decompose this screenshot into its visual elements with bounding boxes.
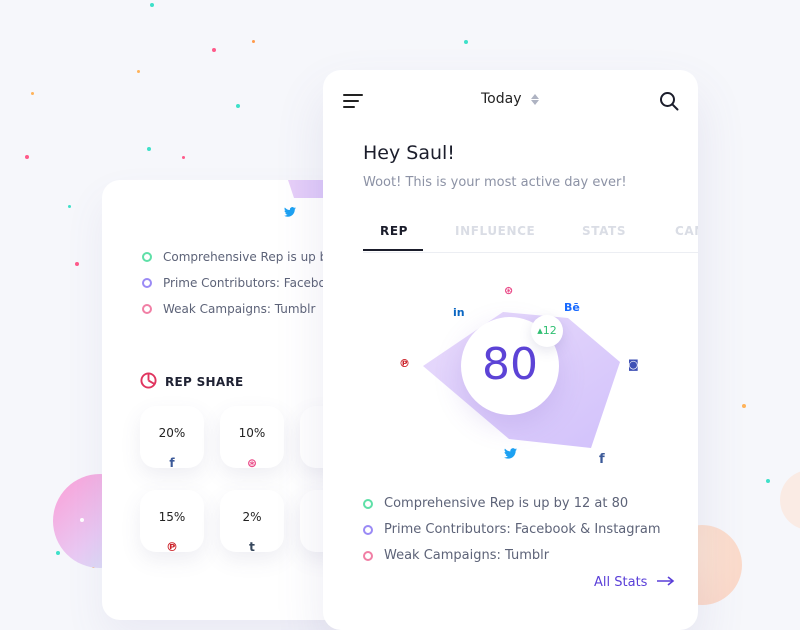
confetti-dot: [31, 92, 34, 95]
share-tile[interactable]: 20% f: [140, 406, 204, 470]
confetti-dot: [80, 518, 84, 522]
date-range-label: Today: [481, 91, 522, 107]
confetti-dot: [742, 404, 746, 408]
behance-icon: Bē: [564, 301, 580, 314]
confetti-dot: [137, 70, 140, 73]
tab-rep[interactable]: REP: [380, 224, 408, 238]
share-percent: 20%: [158, 426, 186, 440]
confetti-dot: [75, 262, 79, 266]
share-tile[interactable]: 10% ⊛: [220, 406, 284, 470]
menu-icon[interactable]: [343, 93, 363, 109]
tumblr-icon: t: [249, 540, 255, 554]
confetti-dot: [150, 3, 154, 7]
share-percent: 2%: [242, 510, 262, 524]
share-tile[interactable]: 15% ℗: [140, 490, 204, 554]
legend-item: Comprehensive Rep is up by 12 at 80: [363, 496, 628, 511]
share-percent: 15%: [158, 510, 186, 524]
confetti-dot: [68, 205, 71, 208]
legend-text: Prime Contributors: Facebook & Instagram: [384, 522, 661, 537]
legend-text: Weak Campaigns: Tumblr: [163, 302, 316, 316]
facebook-icon: f: [599, 452, 605, 467]
confetti-dot: [252, 40, 255, 43]
search-icon[interactable]: [659, 91, 679, 111]
pie-chart-icon: [140, 372, 157, 392]
legend-marker: [142, 252, 152, 262]
instagram-icon: ◙: [628, 358, 639, 371]
confetti-dot: [464, 40, 468, 44]
legend-item: Weak Campaigns: Tumblr: [142, 302, 315, 316]
confetti-dot: [236, 104, 240, 108]
dribbble-icon: ⊛: [246, 456, 258, 470]
confetti-dot: [212, 48, 216, 52]
decorative-bubble: [780, 470, 800, 530]
pinterest-icon: ℗: [399, 357, 410, 370]
confetti-dot: [25, 155, 29, 159]
share-tile[interactable]: 2% t: [220, 490, 284, 554]
legend-item: Weak Campaigns: Tumblr: [363, 548, 549, 563]
linkedin-icon: in: [453, 306, 465, 319]
confetti-dot: [56, 551, 60, 555]
legend-marker: [142, 278, 152, 288]
sort-arrows-icon: [530, 93, 539, 105]
share-percent: 10%: [238, 426, 266, 440]
tab-campaigns[interactable]: CAMPAIGNS: [675, 224, 698, 238]
legend-marker: [363, 550, 373, 561]
legend-text: Weak Campaigns: Tumblr: [384, 548, 550, 563]
all-stats-label: All Stats: [594, 575, 648, 590]
arrow-right-icon: [657, 575, 675, 590]
rep-card: Today Hey Saul! Woot! This is your most …: [323, 70, 698, 630]
greeting: Hey Saul!: [363, 142, 455, 164]
score-change-badge: ▴12: [531, 315, 563, 347]
rep-share-title: REP SHARE: [165, 375, 244, 389]
twitter-icon: [504, 448, 517, 462]
confetti-dot: [766, 479, 770, 483]
confetti-dot: [182, 156, 185, 159]
subtitle: Woot! This is your most active day ever!: [363, 175, 627, 190]
score-change-value: 12: [542, 324, 557, 337]
facebook-icon: f: [169, 456, 175, 470]
confetti-dot: [147, 147, 151, 151]
active-tab-indicator: [363, 249, 423, 251]
legend-marker: [142, 304, 152, 314]
pinterest-icon: ℗: [166, 540, 178, 554]
legend-text: Comprehensive Rep is up by 12 at 80: [384, 496, 629, 511]
tab-influence[interactable]: INFLUENCE: [455, 224, 535, 238]
legend-marker: [363, 498, 373, 509]
tab-bar: REP INFLUENCE STATS CAMPAIGNS: [363, 220, 698, 253]
rep-share-heading: REP SHARE: [140, 372, 244, 392]
legend-item: Prime Contributors: Facebook & Instagram: [363, 522, 660, 537]
legend-marker: [363, 524, 373, 535]
all-stats-link[interactable]: All Stats: [594, 575, 675, 590]
dribbble-icon: ⊛: [504, 284, 514, 297]
twitter-icon: [284, 202, 296, 221]
date-range-select[interactable]: Today: [481, 91, 539, 107]
tab-stats[interactable]: STATS: [582, 224, 626, 238]
